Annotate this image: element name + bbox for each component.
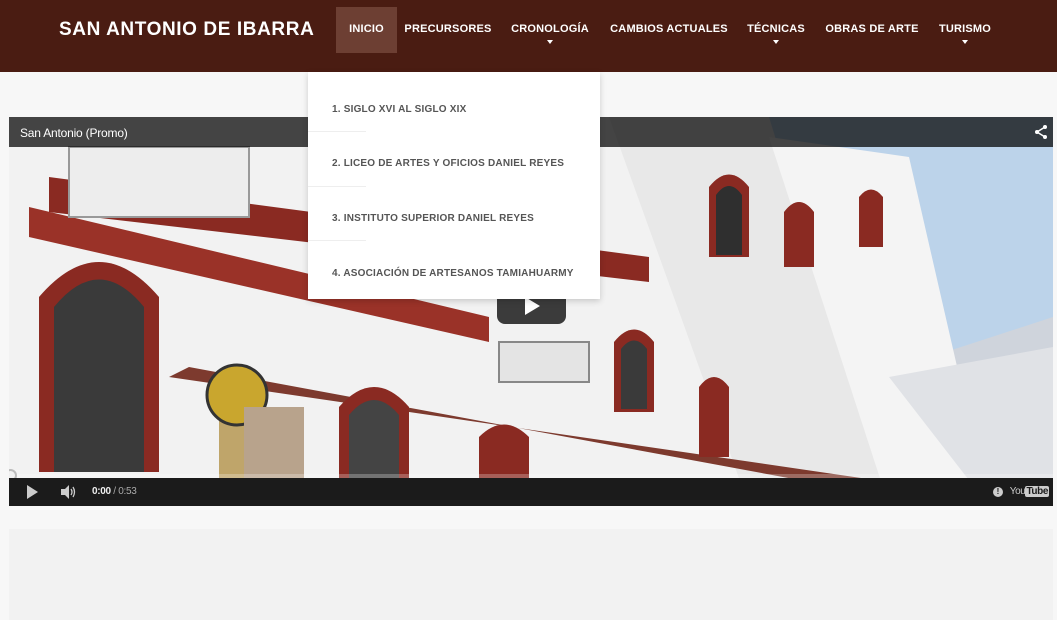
time-display: 0:00 / 0:53: [92, 486, 137, 497]
dropdown-item-label: 1. SIGLO XVI AL SIGLO XIX: [332, 104, 467, 115]
time-current: 0:00: [92, 486, 111, 497]
volume-icon[interactable]: [61, 485, 77, 499]
caret-down-icon: [773, 40, 779, 44]
nav-item-label: INICIO: [349, 23, 384, 35]
nav-item-label: CAMBIOS ACTUALES: [610, 23, 728, 35]
player-controls: 0:00 / 0:53 ! YouTube: [9, 478, 1053, 506]
youtube-logo-left: You: [1009, 486, 1026, 497]
nav-item-cambios-actuales[interactable]: CAMBIOS ACTUALES: [607, 7, 731, 53]
dropdown-item[interactable]: 4. ASOCIACIÓN DE ARTESANOS TAMIAHUARMY: [308, 242, 600, 298]
dropdown-item-label: 2. LICEO DE ARTES Y OFICIOS DANIEL REYES: [332, 158, 565, 169]
video-title[interactable]: San Antonio (Promo): [20, 126, 128, 140]
dropdown-item[interactable]: 1. SIGLO XVI AL SIGLO XIX: [308, 78, 600, 134]
nav-item-inicio[interactable]: INICIO: [336, 7, 397, 53]
nav-item-obras-de-arte[interactable]: OBRAS DE ARTE: [822, 7, 922, 53]
nav-item-label: TÉCNICAS: [747, 23, 805, 35]
caret-down-icon: [962, 40, 968, 44]
nav-item-label: PRECURSORES: [404, 23, 492, 35]
dropdown-item-label: 4. ASOCIACIÓN DE ARTESANOS TAMIAHUARMY: [332, 268, 574, 279]
nav-item-cronologia[interactable]: CRONOLOGÍA: [505, 7, 595, 53]
top-navbar: SAN ANTONIO DE IBARRA INICIO PRECURSORES…: [0, 0, 1057, 72]
site-brand[interactable]: SAN ANTONIO DE IBARRA: [59, 19, 314, 41]
dropdown-item[interactable]: 3. INSTITUTO SUPERIOR DANIEL REYES: [308, 187, 600, 243]
dropdown-item[interactable]: 2. LICEO DE ARTES Y OFICIOS DANIEL REYES: [308, 132, 600, 188]
youtube-logo-right: Tube: [1025, 486, 1049, 497]
play-icon[interactable]: [27, 485, 38, 499]
nav-item-label: CRONOLOGÍA: [511, 23, 589, 35]
dropdown-item-label: 3. INSTITUTO SUPERIOR DANIEL REYES: [332, 213, 535, 224]
time-total: / 0:53: [110, 486, 137, 497]
info-icon[interactable]: !: [993, 487, 1003, 497]
nav-item-tecnicas[interactable]: TÉCNICAS: [742, 7, 810, 53]
share-icon[interactable]: [1035, 125, 1047, 139]
nav-item-precursores[interactable]: PRECURSORES: [403, 7, 493, 53]
nav-item-label: OBRAS DE ARTE: [825, 23, 919, 35]
divider: [308, 240, 366, 241]
dropdown-menu-inicio: 1. SIGLO XVI AL SIGLO XIX 2. LICEO DE AR…: [308, 72, 600, 299]
youtube-logo[interactable]: YouTube: [1010, 486, 1049, 497]
nav-item-turismo[interactable]: TURISMO: [934, 7, 996, 53]
caret-down-icon: [547, 40, 553, 44]
content-area: [9, 529, 1053, 620]
nav-item-label: TURISMO: [938, 23, 992, 35]
